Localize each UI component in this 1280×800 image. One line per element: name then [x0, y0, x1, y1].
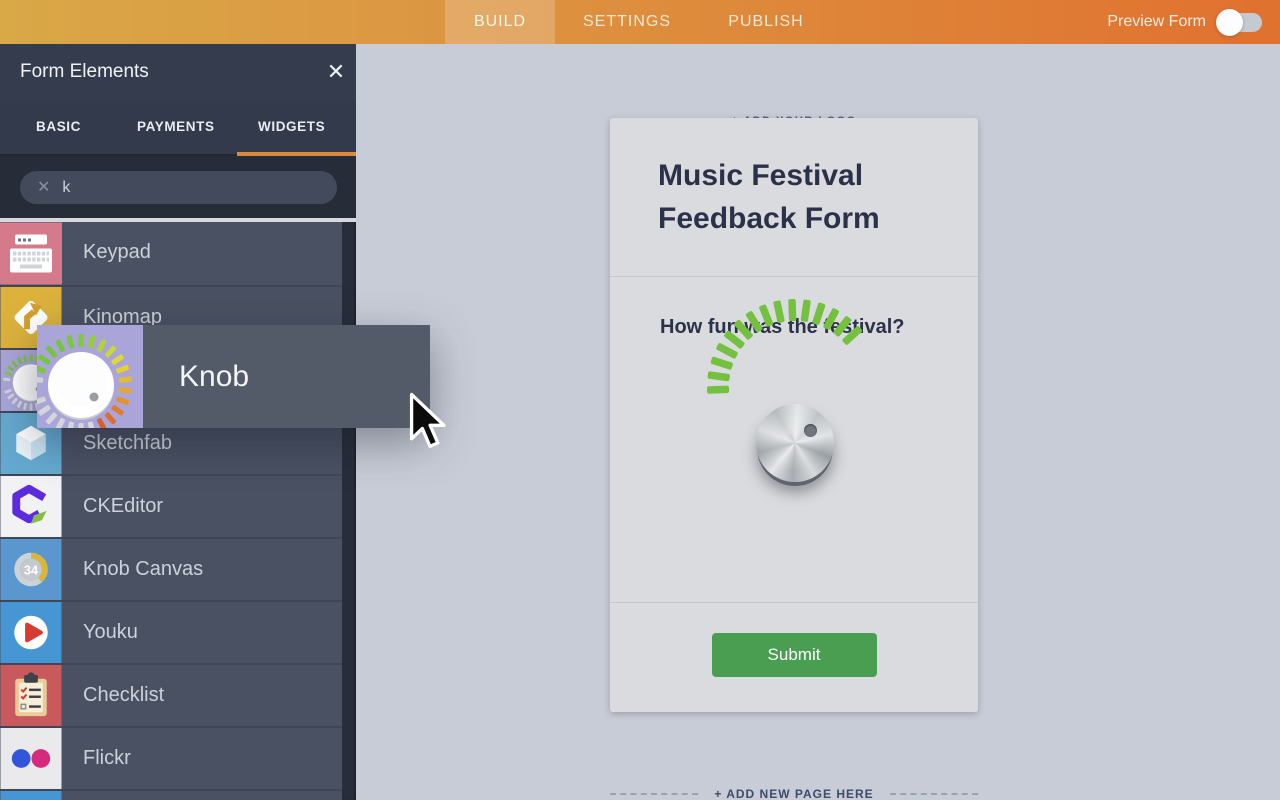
knob-canvas-icon: 34: [0, 539, 62, 600]
tab-widgets[interactable]: WIDGETS: [258, 100, 325, 154]
knob-icon-large: [37, 325, 143, 428]
widget-label: [83, 791, 342, 800]
dashed-line: [610, 793, 698, 795]
ckeditor-icon: [0, 476, 62, 537]
clear-search-icon[interactable]: ✕: [37, 180, 50, 196]
knob-control[interactable]: [756, 404, 834, 482]
form-card: Music Festival Feedback Form How fun was…: [610, 118, 978, 712]
checklist-icon: [0, 665, 62, 726]
widget-item-partial[interactable]: [0, 789, 342, 800]
widget-label: Keypad: [83, 222, 342, 285]
add-new-page-label: + ADD NEW PAGE HERE: [714, 787, 873, 800]
preview-form-toggle[interactable]: [1216, 13, 1262, 32]
form-canvas: + ADD YOUR LOGO Music Festival Feedback …: [356, 44, 1280, 800]
widget-label: Flickr: [83, 728, 342, 789]
submit-button[interactable]: Submit: [712, 633, 877, 677]
flickr-icon: [0, 728, 62, 789]
svg-text:34: 34: [24, 562, 39, 577]
panel-tabs: BASIC PAYMENTS WIDGETS: [0, 100, 356, 156]
widget-item-checklist[interactable]: Checklist: [0, 663, 342, 726]
drag-ghost-bar: Knob: [143, 325, 430, 428]
list-scrollbar[interactable]: [342, 224, 354, 798]
knob-question-block[interactable]: How fun was the festival?: [610, 278, 978, 603]
partial-icon: [0, 791, 62, 800]
top-bar: BUILD SETTINGS PUBLISH Preview Form: [0, 0, 1280, 44]
drag-ghost-tile: [37, 325, 143, 428]
panel-header: Form Elements ✕: [0, 44, 356, 100]
tab-settings[interactable]: SETTINGS: [555, 0, 699, 44]
add-new-page-button[interactable]: + ADD NEW PAGE HERE: [610, 787, 978, 800]
widget-list: Keypad Kinomap Knob: [0, 222, 356, 800]
keypad-icon: [0, 222, 62, 285]
search-area: ✕: [0, 156, 356, 218]
dashed-line: [890, 793, 978, 795]
drag-ghost-label: Knob: [179, 325, 430, 428]
tab-payments[interactable]: PAYMENTS: [137, 100, 215, 154]
search-input[interactable]: [62, 179, 302, 197]
tab-build[interactable]: BUILD: [445, 0, 555, 44]
app-window: BUILD SETTINGS PUBLISH Preview Form Form…: [0, 0, 1280, 800]
mouse-cursor-icon: [409, 392, 449, 455]
widget-label: Youku: [83, 602, 342, 663]
drag-ghost-knob[interactable]: Knob: [37, 325, 430, 428]
widget-label: Checklist: [83, 665, 342, 726]
tab-publish[interactable]: PUBLISH: [699, 0, 833, 44]
preview-form-label: Preview Form: [1107, 13, 1206, 31]
knob-indicator-dot: [804, 424, 817, 437]
widget-label: Knob Canvas: [83, 539, 342, 600]
widget-item-flickr[interactable]: Flickr: [0, 726, 342, 789]
widget-item-ckeditor[interactable]: CKEditor: [0, 474, 342, 537]
widget-item-knob-canvas[interactable]: 34 Knob Canvas: [0, 537, 342, 600]
panel-title: Form Elements: [20, 61, 316, 83]
submit-block: Submit: [610, 604, 978, 712]
widget-item-youku[interactable]: Youku: [0, 600, 342, 663]
widget-label: CKEditor: [83, 476, 342, 537]
tab-basic[interactable]: BASIC: [36, 100, 81, 154]
list-scrollbar-edge: [354, 222, 356, 800]
search-field[interactable]: ✕: [20, 171, 337, 204]
youku-icon: [0, 602, 62, 663]
widget-item-keypad[interactable]: Keypad: [0, 222, 342, 285]
toggle-knob: [1216, 9, 1243, 36]
close-icon[interactable]: ✕: [316, 59, 356, 85]
